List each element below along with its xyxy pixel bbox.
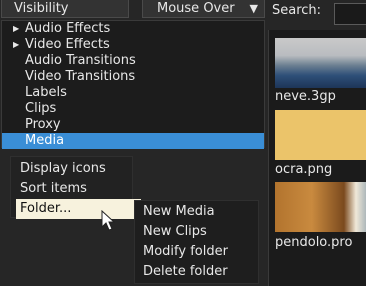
menu-item-folder[interactable]: Folder... xyxy=(16,199,141,219)
tree-item-label: Labels xyxy=(25,85,67,100)
tree-item-clips[interactable]: Clips xyxy=(2,101,264,117)
tree-item-label: Audio Effects xyxy=(25,21,111,36)
thumbnail-label: neve.3gp xyxy=(275,89,336,104)
category-tree: ▶ Audio Effects ▶ Video Effects Audio Tr… xyxy=(1,20,265,149)
search-input[interactable] xyxy=(334,3,366,25)
menu-item-new-media[interactable]: New Media xyxy=(135,202,258,222)
search-label: Search: xyxy=(272,3,322,18)
tree-item-label: Video Transitions xyxy=(25,69,136,84)
tree-item-audio-transitions[interactable]: Audio Transitions xyxy=(2,53,264,69)
folder-submenu: New Media New Clips Modify folder Delete… xyxy=(134,200,259,284)
thumbnail-label: ocra.png xyxy=(275,162,333,177)
mouse-over-label: Mouse Over xyxy=(157,1,235,16)
menu-item-sort-items[interactable]: Sort items xyxy=(11,179,132,199)
thumbnail-pendolo[interactable] xyxy=(275,182,366,232)
mouse-over-dropdown[interactable]: Mouse Over ▼ xyxy=(142,0,265,18)
expand-arrow-icon[interactable]: ▶ xyxy=(13,21,19,37)
chevron-down-icon: ▼ xyxy=(249,2,258,15)
visibility-button[interactable]: Visibility xyxy=(1,0,129,18)
tree-item-media[interactable]: Media xyxy=(2,133,264,149)
menu-item-display-icons[interactable]: Display icons xyxy=(11,159,132,179)
menu-item-delete-folder[interactable]: Delete folder xyxy=(135,262,258,282)
tree-item-label: Audio Transitions xyxy=(25,53,136,68)
tree-item-video-transitions[interactable]: Video Transitions xyxy=(2,69,264,85)
expand-arrow-icon[interactable]: ▶ xyxy=(13,37,19,53)
menu-item-modify-folder[interactable]: Modify folder xyxy=(135,242,258,262)
menu-item-new-clips[interactable]: New Clips xyxy=(135,222,258,242)
tree-item-label: Video Effects xyxy=(25,37,110,52)
tree-item-label: Clips xyxy=(25,101,57,116)
thumbnail-ocra[interactable] xyxy=(275,110,366,160)
media-thumbnail-panel: neve.3gp ocra.png pendolo.pro xyxy=(268,30,366,286)
thumbnail-label: pendolo.pro xyxy=(275,235,353,250)
mouse-pointer-icon xyxy=(101,210,115,231)
tree-item-audio-effects[interactable]: ▶ Audio Effects xyxy=(2,21,264,37)
tree-item-label: Proxy xyxy=(25,117,61,132)
tree-item-proxy[interactable]: Proxy xyxy=(2,117,264,133)
tree-item-label: Media xyxy=(25,133,65,148)
tree-item-labels[interactable]: Labels xyxy=(2,85,264,101)
tree-item-video-effects[interactable]: ▶ Video Effects xyxy=(2,37,264,53)
thumbnail-neve[interactable] xyxy=(275,38,366,88)
context-menu: Display icons Sort items Folder... xyxy=(10,156,141,219)
